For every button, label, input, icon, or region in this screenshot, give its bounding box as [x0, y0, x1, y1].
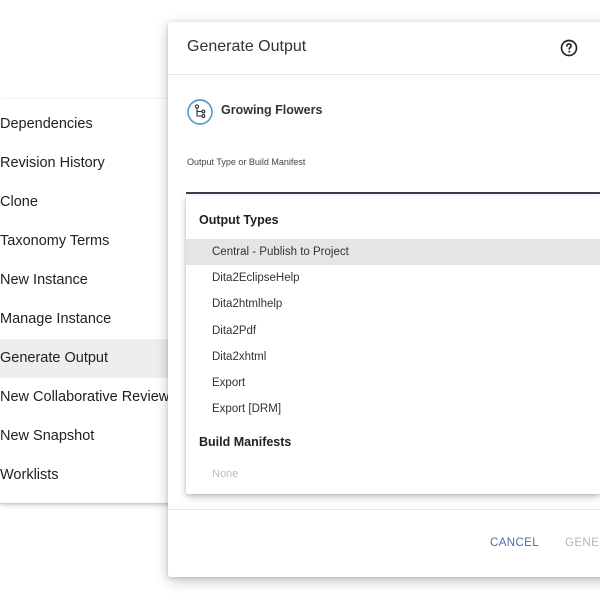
- option-dita2xhtml[interactable]: Dita2xhtml: [186, 344, 600, 370]
- menu-item-revision-history[interactable]: Revision History: [0, 144, 178, 183]
- build-manifests-empty: None: [212, 468, 239, 480]
- screen: Dependencies Revision History Clone Taxo…: [0, 0, 600, 600]
- help-circle-icon[interactable]: [560, 39, 578, 57]
- option-export-drm[interactable]: Export [DRM]: [186, 396, 600, 422]
- context-menu: Dependencies Revision History Clone Taxo…: [0, 99, 178, 503]
- menu-item-dependencies[interactable]: Dependencies: [0, 105, 178, 144]
- output-type-label: Output Type or Build Manifest: [187, 157, 306, 167]
- menu-item-new-snapshot[interactable]: New Snapshot: [0, 417, 178, 456]
- output-type-select[interactable]: [186, 172, 600, 194]
- menu-item-clone[interactable]: Clone: [0, 183, 178, 222]
- dialog-header: Generate Output: [168, 22, 600, 75]
- dialog-title: Generate Output: [187, 38, 307, 55]
- topic-name: Growing Flowers: [221, 103, 323, 117]
- menu-item-new-instance[interactable]: New Instance: [0, 261, 178, 300]
- map-tree-icon: [187, 99, 213, 125]
- menu-item-generate-output[interactable]: Generate Output: [0, 339, 178, 378]
- option-dita2pdf[interactable]: Dita2Pdf: [186, 318, 600, 344]
- context-menu-list: Dependencies Revision History Clone Taxo…: [0, 105, 178, 495]
- option-export[interactable]: Export: [186, 370, 600, 396]
- option-dita2htmlhelp[interactable]: Dita2htmlhelp: [186, 291, 600, 317]
- option-dita2eclipsehelp[interactable]: Dita2EclipseHelp: [186, 265, 600, 291]
- output-types-header: Output Types: [199, 213, 279, 227]
- option-central-publish-to-project[interactable]: Central - Publish to Project: [186, 239, 600, 266]
- output-types-list: Central - Publish to Project Dita2Eclips…: [186, 239, 600, 422]
- dialog-footer: CANCEL GENER: [168, 509, 600, 578]
- menu-item-manage-instance[interactable]: Manage Instance: [0, 300, 178, 339]
- generate-button[interactable]: GENER: [565, 537, 600, 549]
- menu-item-new-collaborative-review[interactable]: New Collaborative Review: [0, 378, 178, 417]
- output-type-dropdown: Output Types Central - Publish to Projec…: [186, 196, 600, 494]
- cancel-button[interactable]: CANCEL: [490, 537, 539, 549]
- menu-item-worklists[interactable]: Worklists: [0, 456, 178, 495]
- build-manifests-header: Build Manifests: [199, 435, 292, 449]
- menu-item-taxonomy-terms[interactable]: Taxonomy Terms: [0, 222, 178, 261]
